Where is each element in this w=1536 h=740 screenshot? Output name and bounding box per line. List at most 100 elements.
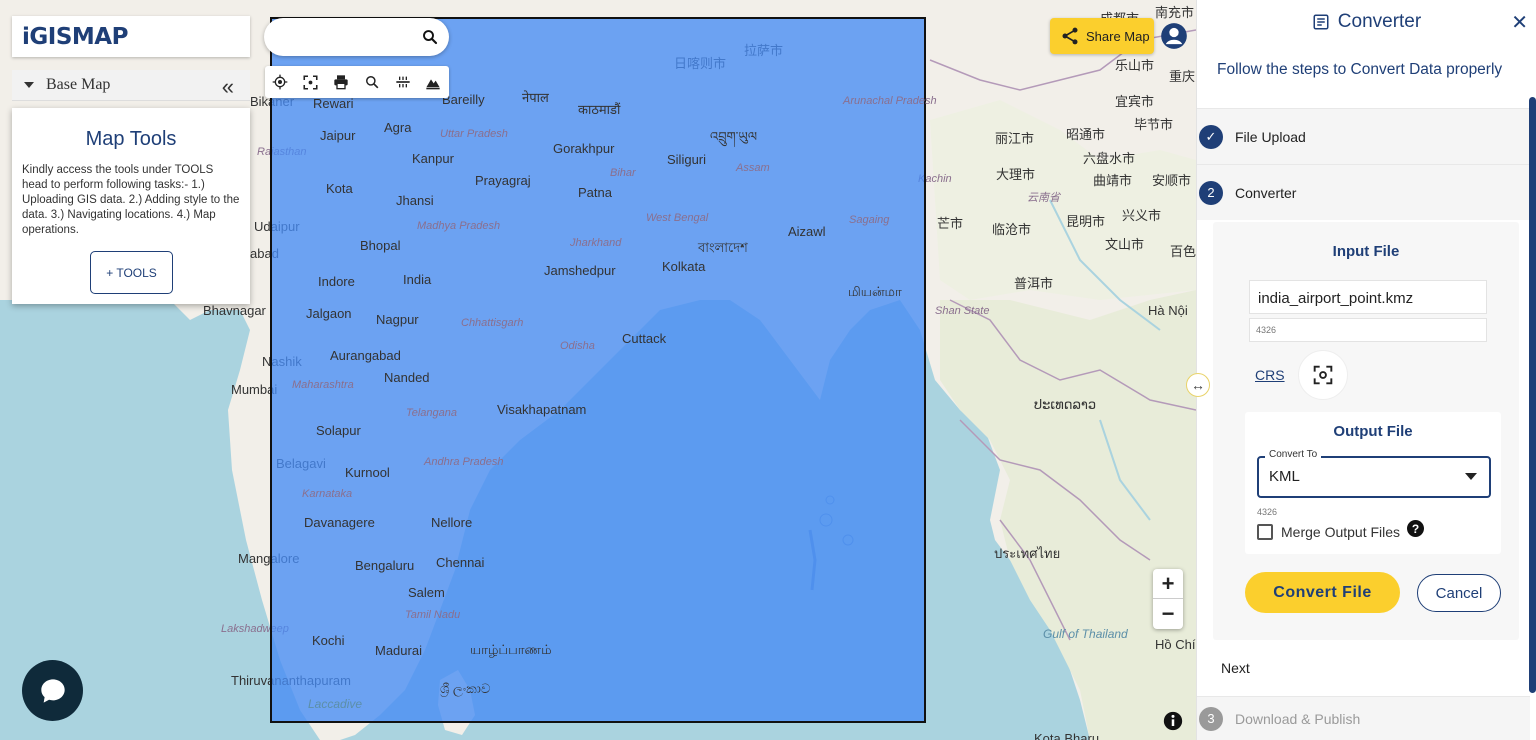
map-place-label: Telangana — [406, 407, 457, 419]
map-place-label: नेपाल — [522, 90, 549, 105]
convert-file-button[interactable]: Convert File — [1245, 572, 1400, 613]
map-tools-description: Kindly access the tools under TOOLS head… — [22, 164, 240, 236]
map-place-label: Salem — [408, 585, 445, 600]
map-place-label: Madhya Pradesh — [417, 220, 501, 232]
crs-label[interactable]: CRS — [1255, 367, 1285, 383]
map-place-label: Chhattisgarh — [461, 317, 524, 329]
map-place-label: 百色 — [1170, 244, 1196, 259]
cancel-button[interactable]: Cancel — [1417, 574, 1501, 612]
map-place-label: Hồ Chí — [1155, 637, 1196, 652]
map-place-label: Karnataka — [302, 488, 353, 500]
map-place-label: 临沧市 — [992, 222, 1032, 237]
map-place-label: Andhra Pradesh — [424, 456, 504, 468]
map-place-label: Odisha — [560, 340, 595, 352]
map-place-label: Kota — [326, 181, 353, 196]
collapse-panel-button[interactable]: « — [222, 74, 234, 100]
map-place-label: Nanded — [384, 370, 430, 385]
map-place-label: Jalgaon — [306, 306, 352, 321]
output-epsg-text: 4326 — [1257, 507, 1278, 517]
converter-icon — [1313, 14, 1329, 30]
map-place-label: 丽江市 — [995, 131, 1035, 146]
map-place-label: Jharkhand — [570, 237, 622, 249]
map-place-label: India — [403, 272, 432, 287]
map-place-label: Kochi — [312, 633, 345, 648]
map-place-label: 文山市 — [1105, 237, 1145, 252]
panel-scrollbar[interactable] — [1529, 97, 1536, 693]
fullscreen-icon[interactable] — [296, 66, 327, 98]
map-place-label: Jamshedpur — [544, 263, 616, 278]
output-file-heading: Output File — [1333, 423, 1413, 440]
converter-panel: Converter ✕ Follow the steps to Convert … — [1196, 0, 1536, 740]
map-canvas[interactable]: 日喀则市拉萨市NashikMumbaiBelagaviMangaloreLaks… — [0, 0, 1196, 740]
zoom-in-button[interactable]: + — [1153, 569, 1183, 599]
locate-icon[interactable] — [265, 66, 296, 98]
convert-to-select[interactable]: Convert To KML — [1257, 449, 1491, 498]
panel-header: Converter ✕ — [1197, 0, 1536, 44]
map-place-label: Laccadive — [308, 697, 363, 711]
igismap-logo[interactable]: iGISMAP — [12, 16, 250, 57]
info-icon[interactable] — [1163, 711, 1183, 731]
data-extent-overlay[interactable] — [270, 17, 926, 723]
map-place-label: Nagpur — [376, 312, 419, 327]
next-button[interactable]: Next — [1221, 660, 1250, 676]
step-label: Download & Publish — [1235, 710, 1361, 727]
step-file-upload[interactable]: ✓ File Upload — [1197, 108, 1536, 164]
map-place-label: West Bengal — [646, 212, 709, 224]
step-download-publish[interactable]: 3 Download & Publish — [1197, 696, 1530, 740]
convert-to-label: Convert To — [1265, 449, 1322, 460]
input-epsg-field[interactable]: 4326 — [1249, 318, 1487, 342]
map-place-label: Rewari — [313, 96, 354, 111]
measure-icon[interactable] — [387, 66, 418, 98]
map-place-label: 普洱市 — [1014, 276, 1054, 291]
help-icon[interactable]: ? — [1407, 520, 1424, 537]
map-place-label: Gorakhpur — [553, 141, 615, 156]
map-place-label: 芒市 — [937, 216, 964, 231]
map-search-box — [264, 18, 449, 56]
step-number-badge: 2 — [1199, 180, 1223, 205]
convert-to-value: KML — [1269, 468, 1300, 485]
chat-widget-button[interactable] — [22, 660, 83, 721]
share-map-button[interactable]: Share Map — [1050, 18, 1154, 54]
terrain-icon[interactable] — [418, 66, 449, 98]
map-place-label: Tamil Nadu — [405, 609, 461, 621]
map-tools-card: Map Tools Kindly access the tools under … — [12, 108, 250, 304]
share-map-label: Share Map — [1086, 28, 1150, 44]
merge-output-checkbox[interactable] — [1257, 524, 1273, 540]
map-place-label: Chennai — [436, 555, 485, 570]
map-place-label: 昆明市 — [1066, 214, 1106, 229]
search-icon[interactable] — [421, 28, 439, 46]
zoom-out-button[interactable]: − — [1153, 599, 1183, 629]
green-region — [940, 290, 1196, 740]
map-place-label: Kanpur — [412, 151, 454, 166]
panel-title: Converter — [1337, 11, 1422, 32]
merge-output-label: Merge Output Files — [1281, 524, 1401, 540]
map-place-label: Assam — [736, 162, 770, 174]
search-input[interactable] — [264, 18, 414, 56]
map-place-label: Jhansi — [396, 193, 434, 208]
map-place-label: Solapur — [316, 423, 361, 438]
map-place-label: ශ්‍රී ලංකාව — [440, 681, 491, 696]
map-place-label: Cuttack — [622, 331, 667, 346]
print-icon[interactable] — [326, 66, 357, 98]
map-place-label: ประเทศไทย — [994, 546, 1061, 561]
caret-down-icon — [24, 82, 34, 88]
panel-resize-handle[interactable]: ↔ — [1186, 373, 1210, 397]
account-icon[interactable] — [1160, 22, 1188, 50]
close-icon[interactable]: ✕ — [1511, 10, 1528, 35]
map-place-label: Bengaluru — [355, 558, 415, 573]
base-map-selector[interactable]: Base Map « — [12, 70, 250, 101]
zoom-search-icon[interactable] — [357, 66, 388, 98]
map-place-label: 云南省 — [1027, 192, 1060, 204]
map-place-label: Davanagere — [304, 515, 375, 530]
map-place-label: Kolkata — [662, 259, 706, 274]
step-converter[interactable]: 2 Converter — [1197, 164, 1536, 220]
crs-target-icon — [1313, 365, 1333, 385]
input-filename-field[interactable]: india_airport_point.kmz — [1249, 280, 1487, 314]
map-place-label: Uttar Pradesh — [440, 128, 508, 140]
map-place-label: Madurai — [375, 643, 422, 658]
tools-button[interactable]: + TOOLS — [90, 251, 173, 294]
crs-picker-button[interactable] — [1298, 350, 1348, 400]
map-place-label: Aurangabad — [330, 348, 401, 363]
map-place-label: Kurnool — [345, 465, 390, 480]
map-place-label: Bihar — [610, 167, 636, 179]
